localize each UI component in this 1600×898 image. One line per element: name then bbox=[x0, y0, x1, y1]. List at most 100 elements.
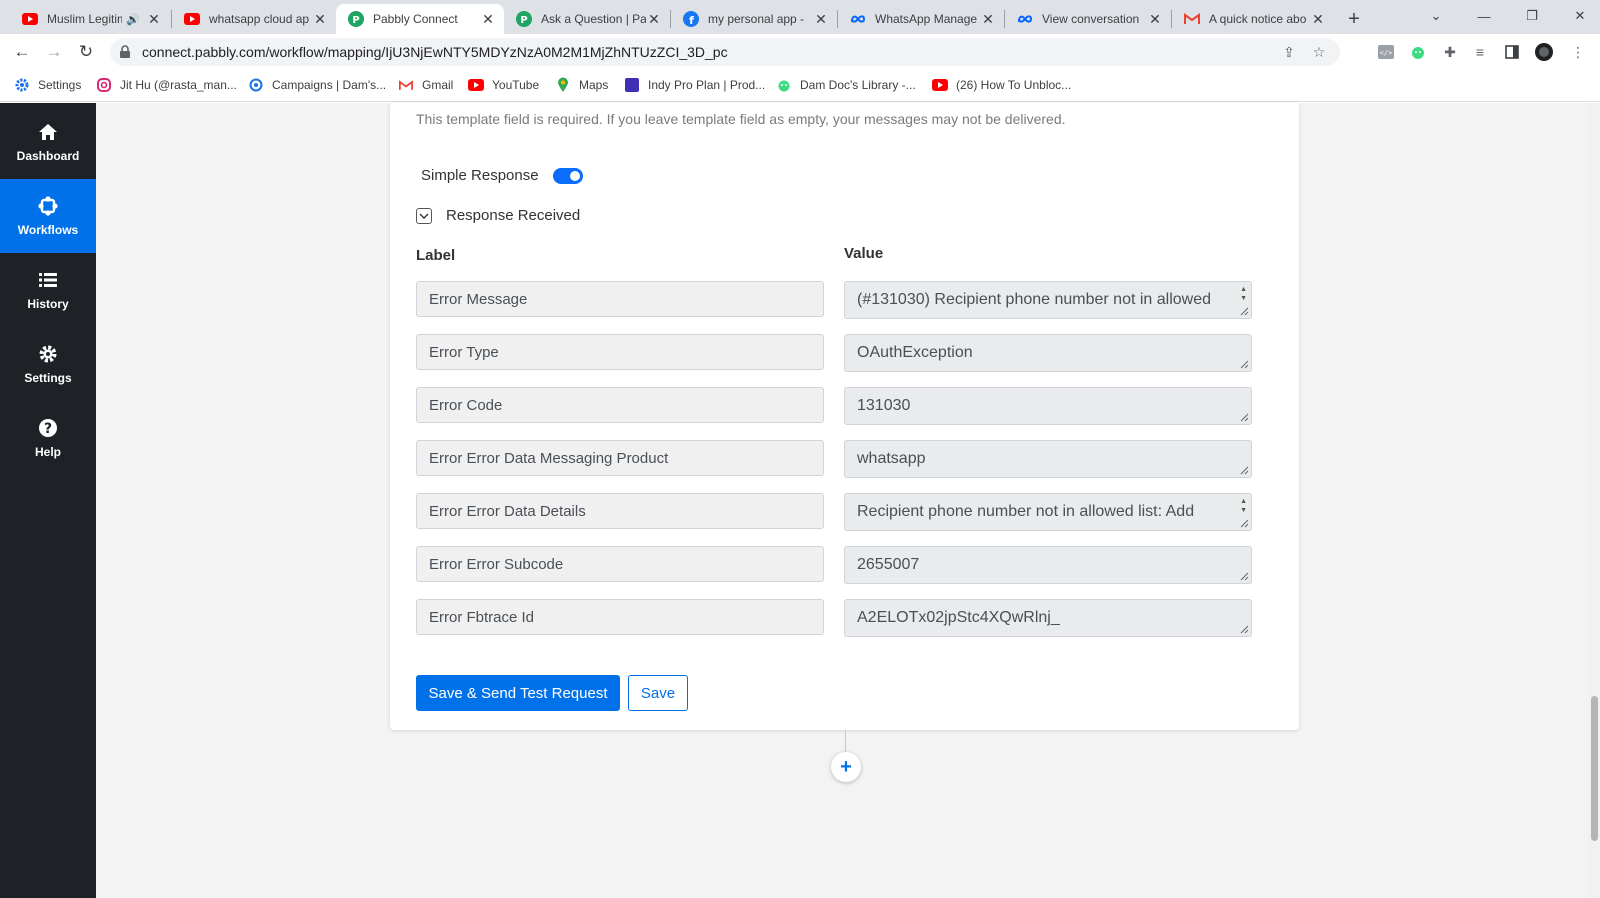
bookmark-item[interactable]: Indy Pro Plan | Prod... bbox=[624, 77, 765, 93]
sidebar-item-history[interactable]: History bbox=[0, 253, 96, 327]
sidebar-item-workflows[interactable]: Workflows bbox=[0, 179, 96, 253]
tab-title: Ask a Question | Pa bbox=[541, 12, 646, 26]
bookmark-item[interactable]: Jit Hu (@rasta_man... bbox=[96, 77, 237, 93]
bookmark-label: Campaigns | Dam's... bbox=[272, 78, 387, 92]
page-scrollbar[interactable] bbox=[1588, 103, 1600, 898]
close-tab-icon[interactable]: ✕ bbox=[980, 11, 996, 27]
bookmark-item[interactable]: Settings bbox=[14, 77, 81, 93]
url-text[interactable]: connect.pabbly.com/workflow/mapping/IjU3… bbox=[142, 44, 728, 60]
profile-avatar[interactable] bbox=[1534, 42, 1554, 62]
scrollbar-thumb[interactable] bbox=[1591, 696, 1598, 841]
facebook-icon: f bbox=[683, 11, 699, 27]
label-field[interactable]: Error Type bbox=[416, 334, 824, 370]
resize-grip-icon[interactable] bbox=[1240, 360, 1249, 369]
label-field[interactable]: Error Error Subcode bbox=[416, 546, 824, 582]
label-field[interactable]: Error Message bbox=[416, 281, 824, 317]
response-received-row[interactable]: Response Received bbox=[416, 207, 580, 224]
tab-search-icon[interactable]: ⌄ bbox=[1416, 4, 1456, 28]
bookmark-item[interactable]: YouTube bbox=[468, 77, 539, 93]
resize-grip-icon[interactable] bbox=[1240, 413, 1249, 422]
browser-tab[interactable]: A quick notice abo ✕ bbox=[1172, 4, 1334, 34]
bookmark-item[interactable]: Dam Doc's Library -... bbox=[776, 77, 916, 93]
browser-tab-active[interactable]: P Pabbly Connect ✕ bbox=[336, 4, 504, 34]
close-tab-icon[interactable]: ✕ bbox=[146, 11, 162, 27]
forward-icon[interactable]: → bbox=[42, 40, 66, 64]
more-menu-icon[interactable]: ⋮ bbox=[1568, 42, 1588, 62]
bookmark-star-icon[interactable]: ☆ bbox=[1310, 43, 1328, 61]
app-sidebar: Dashboard Workflows History Settings ? H… bbox=[0, 103, 96, 898]
value-field[interactable]: 2655007 bbox=[844, 546, 1252, 584]
svg-text:P: P bbox=[352, 15, 359, 26]
value-field[interactable]: whatsapp bbox=[844, 440, 1252, 478]
value-field[interactable]: 131030 bbox=[844, 387, 1252, 425]
simple-response-row: Simple Response bbox=[421, 167, 583, 184]
side-panel-icon[interactable] bbox=[1502, 42, 1522, 62]
address-bar[interactable]: connect.pabbly.com/workflow/mapping/IjU3… bbox=[110, 38, 1340, 66]
value-field[interactable]: Recipient phone number not in allowed li… bbox=[844, 493, 1252, 531]
reading-list-icon[interactable]: ≡ bbox=[1470, 42, 1490, 62]
value-field[interactable]: A2ELOTx02jpStc4XQwRlnj_ bbox=[844, 599, 1252, 637]
restore-icon[interactable]: ❐ bbox=[1512, 4, 1552, 28]
label-field[interactable]: Error Code bbox=[416, 387, 824, 423]
tab-title: my personal app - bbox=[708, 12, 805, 26]
label-field[interactable]: Error Error Data Details bbox=[416, 493, 824, 529]
value-text: A2ELOTx02jpStc4XQwRlnj_ bbox=[857, 609, 1060, 626]
browser-tab[interactable]: View conversation ✕ bbox=[1005, 4, 1171, 34]
pabbly-icon: P bbox=[516, 11, 532, 27]
resize-grip-icon[interactable] bbox=[1240, 519, 1249, 528]
close-tab-icon[interactable]: ✕ bbox=[312, 11, 328, 27]
close-tab-icon[interactable]: ✕ bbox=[1147, 11, 1163, 27]
gmail-icon bbox=[398, 77, 414, 93]
android-extension-icon[interactable] bbox=[1408, 42, 1428, 62]
value-field[interactable]: OAuthException bbox=[844, 334, 1252, 372]
resize-grip-icon[interactable] bbox=[1240, 625, 1249, 634]
close-tab-icon[interactable]: ✕ bbox=[1310, 11, 1326, 27]
lock-icon[interactable] bbox=[118, 45, 132, 59]
chevron-down-icon[interactable] bbox=[416, 207, 432, 224]
browser-tab[interactable]: f my personal app - ✕ bbox=[671, 4, 837, 34]
sidebar-item-settings[interactable]: Settings bbox=[0, 327, 96, 401]
resize-grip-icon[interactable] bbox=[1240, 466, 1249, 475]
bookmark-item[interactable]: Campaigns | Dam's... bbox=[248, 77, 386, 93]
back-icon[interactable]: ← bbox=[10, 40, 34, 64]
sidebar-item-help[interactable]: ? Help bbox=[0, 401, 96, 475]
share-icon[interactable]: ⇪ bbox=[1280, 43, 1298, 61]
add-step-button[interactable]: + bbox=[831, 752, 861, 782]
close-tab-icon[interactable]: ✕ bbox=[480, 11, 496, 27]
maps-icon bbox=[555, 77, 571, 93]
extensions-puzzle-icon[interactable]: ✚ bbox=[1440, 42, 1460, 62]
save-and-send-test-request-button[interactable]: Save & Send Test Request bbox=[416, 675, 620, 711]
browser-tab[interactable]: whatsapp cloud ap ✕ bbox=[172, 4, 336, 34]
label-field[interactable]: Error Fbtrace Id bbox=[416, 599, 824, 635]
home-icon bbox=[37, 121, 59, 143]
sidebar-item-label: Settings bbox=[24, 371, 72, 385]
reload-icon[interactable]: ↻ bbox=[74, 40, 98, 64]
sidebar-item-dashboard[interactable]: Dashboard bbox=[0, 105, 96, 179]
tab-title: whatsapp cloud ap bbox=[209, 12, 310, 26]
tab-title: Pabbly Connect bbox=[373, 12, 458, 26]
browser-tab[interactable]: P Ask a Question | Pa ✕ bbox=[504, 4, 670, 34]
speaker-icon[interactable]: 🔊 bbox=[126, 13, 140, 26]
bookmark-item[interactable]: Gmail bbox=[398, 77, 453, 93]
spinner-arrows-icon[interactable]: ▲ ▼ bbox=[1240, 497, 1247, 515]
devtools-extension-icon[interactable]: </> bbox=[1376, 42, 1396, 62]
value-field[interactable]: (#131030) Recipient phone number not in … bbox=[844, 281, 1252, 319]
save-button[interactable]: Save bbox=[628, 675, 688, 711]
close-tab-icon[interactable]: ✕ bbox=[813, 11, 829, 27]
bookmark-item[interactable]: Maps bbox=[555, 77, 608, 93]
new-tab-button[interactable]: + bbox=[1342, 7, 1366, 31]
label-field[interactable]: Error Error Data Messaging Product bbox=[416, 440, 824, 476]
svg-text:f: f bbox=[689, 14, 694, 27]
bookmark-label: Dam Doc's Library -... bbox=[800, 78, 916, 92]
tab-title: Muslim Legitim bbox=[47, 12, 123, 26]
resize-grip-icon[interactable] bbox=[1240, 572, 1249, 581]
bookmark-item[interactable]: (26) How To Unbloc... bbox=[932, 77, 1071, 93]
simple-response-toggle[interactable] bbox=[552, 167, 583, 184]
close-tab-icon[interactable]: ✕ bbox=[646, 11, 662, 27]
browser-tab[interactable]: WhatsApp Manage ✕ bbox=[838, 4, 1004, 34]
browser-tab[interactable]: Muslim Legitim 🔊 ✕ bbox=[10, 4, 170, 34]
resize-grip-icon[interactable] bbox=[1240, 307, 1249, 316]
spinner-arrows-icon[interactable]: ▲ ▼ bbox=[1240, 285, 1247, 303]
minimize-icon[interactable]: — bbox=[1464, 4, 1504, 28]
close-window-icon[interactable]: ✕ bbox=[1560, 4, 1600, 28]
